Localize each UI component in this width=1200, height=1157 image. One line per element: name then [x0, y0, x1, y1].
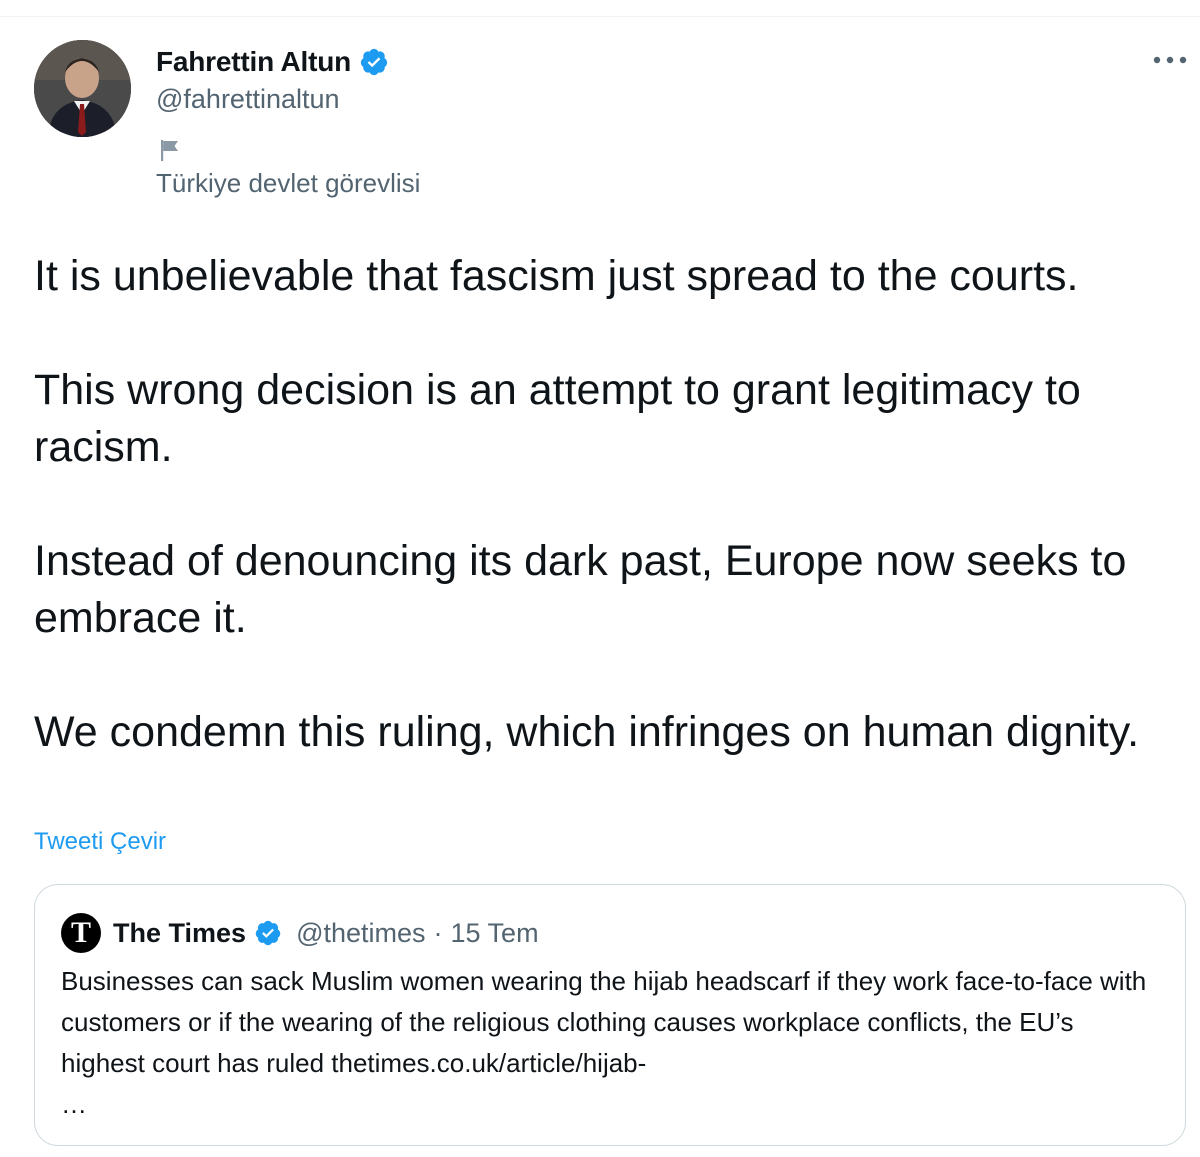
- author-name-row: Fahrettin Altun: [156, 42, 389, 82]
- verified-badge-icon: [255, 920, 281, 946]
- quoted-tweet-header: T The Times @thetimes · 15 Tem: [61, 913, 539, 953]
- tweet-paragraph: Instead of denouncing its dark past, Eur…: [34, 537, 1127, 642]
- author-display-name[interactable]: Fahrettin Altun: [156, 46, 351, 78]
- quoted-author-handle[interactable]: @thetimes: [296, 918, 425, 949]
- verified-badge-icon: [360, 48, 388, 76]
- tweet-paragraph: This wrong decision is an attempt to gra…: [34, 366, 1081, 471]
- author-avatar[interactable]: [34, 40, 131, 137]
- quoted-tweet-date[interactable]: 15 Tem: [451, 918, 539, 949]
- more-options-button[interactable]: [1150, 45, 1190, 75]
- author-handle[interactable]: @fahrettinaltun: [156, 84, 340, 115]
- separator-dot: ·: [433, 917, 443, 948]
- translate-tweet-link[interactable]: Tweeti Çevir: [34, 828, 166, 856]
- government-affiliation-label: Türkiye devlet görevlisi: [156, 168, 421, 198]
- quoted-tweet-card[interactable]: T The Times @thetimes · 15 Tem Businesse…: [34, 884, 1186, 1146]
- tweet-paragraph: It is unbelievable that fascism just spr…: [34, 252, 1079, 300]
- quoted-author-name[interactable]: The Times: [113, 918, 246, 949]
- flag-icon: [161, 140, 178, 161]
- tweet-body: It is unbelievable that fascism just spr…: [34, 248, 1194, 761]
- tweet-paragraph: We condemn this ruling, which infringes …: [34, 708, 1140, 756]
- logo-letter: T: [70, 916, 91, 949]
- top-divider: [0, 16, 1200, 17]
- the-times-logo-avatar[interactable]: T: [61, 913, 101, 953]
- quoted-tweet-text: Businesses can sack Muslim women wearing…: [61, 966, 1147, 1119]
- more-options-icon: [1153, 56, 1187, 64]
